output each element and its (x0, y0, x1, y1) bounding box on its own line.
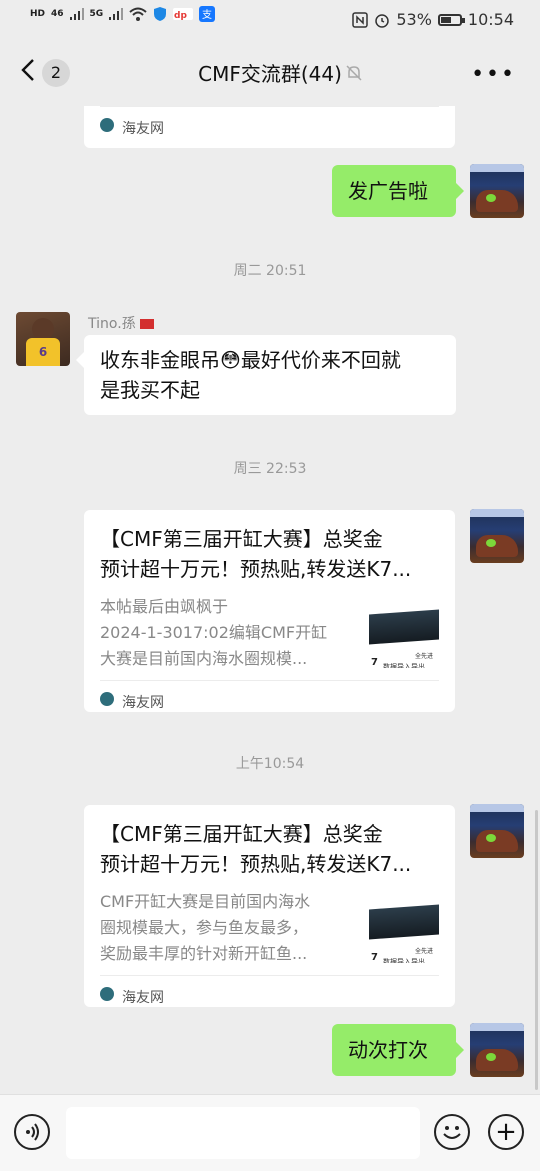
chat-header: 2 CMF交流群(44) ••• (0, 40, 540, 106)
link-card[interactable]: 【CMF第三届开缸大赛】总奖金 预计超十万元！预热贴,转发送K7... 本帖最后… (84, 510, 455, 712)
card-title: 【CMF第三届开缸大赛】总奖金 预计超十万元！预热贴,转发送K7... (100, 822, 412, 876)
status-bar: HD 46 5G dp 支 53% 10:54 (0, 0, 540, 40)
nfc-icon (352, 11, 369, 28)
self-avatar[interactable] (470, 509, 524, 563)
card-source: 海友网 (122, 990, 164, 1006)
signal-4g-icon: 46 (51, 9, 64, 19)
signal-bars-icon-2 (109, 8, 124, 20)
card-source: 海友网 (122, 695, 164, 711)
message-bubble-other[interactable]: 收东非金眼吊😳最好代价来不回就 是我买不起 (84, 335, 456, 415)
voice-icon[interactable] (14, 1114, 50, 1150)
bubble-tail (76, 352, 84, 368)
battery-fill (440, 16, 451, 23)
card-thumbnail: 7 全先进 数据导入导出 (369, 602, 439, 668)
svg-text:支: 支 (202, 9, 212, 21)
card-thumbnail: 7 全先进 数据导入导出 (369, 897, 439, 963)
self-avatar[interactable] (470, 1023, 524, 1077)
message-bubble-self[interactable]: 发广告啦 (332, 165, 456, 217)
message-input[interactable] (66, 1107, 420, 1159)
mute-bell-icon (346, 65, 362, 81)
card-source: 海友网 (122, 121, 164, 137)
wifi-icon (129, 7, 147, 21)
input-bar: + (0, 1094, 540, 1171)
chat-area: 海友网 发广告啦 周二 20:51 6 Tino.孫 收东非金眼吊😳最好代价来不… (0, 106, 540, 1094)
card-title: 【CMF第三届开缸大赛】总奖金 预计超十万元！预热贴,转发送K7... (100, 527, 412, 581)
haiyou-logo-icon (100, 987, 114, 1001)
hd-indicator: HD (30, 9, 46, 19)
timestamp: 周三 22:53 (233, 461, 307, 477)
timestamp: 周二 20:51 (233, 263, 307, 279)
shield-icon (154, 7, 167, 21)
timestamp: 上午10:54 (235, 756, 305, 772)
dianping-icon: dp (173, 8, 194, 21)
signal-bars-icon (69, 8, 84, 20)
sender-avatar[interactable]: 6 (16, 312, 70, 366)
card-footer: 海友网 (100, 106, 439, 139)
signal-5g-icon: 5G (89, 9, 104, 19)
link-card[interactable]: 【CMF第三届开缸大赛】总奖金 预计超十万元！预热贴,转发送K7... CMF开… (84, 805, 455, 1007)
scrollbar[interactable] (535, 810, 538, 1090)
message-line-1: 收东非金眼吊😳最好代价来不回就 (100, 348, 401, 372)
message-bubble-self[interactable]: 动次打次 (332, 1024, 456, 1076)
card-description: CMF开缸大赛是目前国内海水 圈规模最大，参与鱼友最多， 奖励最丰厚的针对新开缸… (100, 892, 311, 963)
alipay-icon: 支 (199, 6, 216, 22)
more-icon[interactable]: ••• (471, 62, 516, 87)
self-avatar[interactable] (470, 804, 524, 858)
card-footer: 海友网 (100, 975, 439, 1008)
bubble-tail (456, 1042, 464, 1058)
chat-title: CMF交流群(44) (198, 62, 342, 86)
message-text: 发广告啦 (348, 179, 428, 203)
bubble-tail (456, 183, 464, 199)
message-line-2: 是我买不起 (100, 378, 200, 402)
alarm-icon (375, 13, 390, 28)
clock: 10:54 (467, 10, 514, 29)
svg-text:dp: dp (174, 11, 187, 21)
battery-icon (437, 13, 465, 26)
sender-name: Tino.孫 (88, 313, 155, 333)
self-avatar[interactable] (470, 164, 524, 218)
flag-icon (140, 319, 155, 329)
emoji-icon[interactable] (434, 1114, 470, 1150)
plus-icon[interactable]: + (488, 1114, 524, 1150)
card-description: 本帖最后由飒枫于 2024-1-3017:02编辑CMF开缸 大赛是目前国内海水… (100, 597, 328, 668)
message-text: 动次打次 (348, 1038, 428, 1062)
partial-link-card[interactable]: 海友网 (84, 106, 455, 148)
card-footer: 海友网 (100, 680, 439, 713)
haiyou-logo-icon (100, 692, 114, 706)
haiyou-logo-icon (100, 118, 114, 132)
battery-percent: 53% (396, 10, 432, 29)
